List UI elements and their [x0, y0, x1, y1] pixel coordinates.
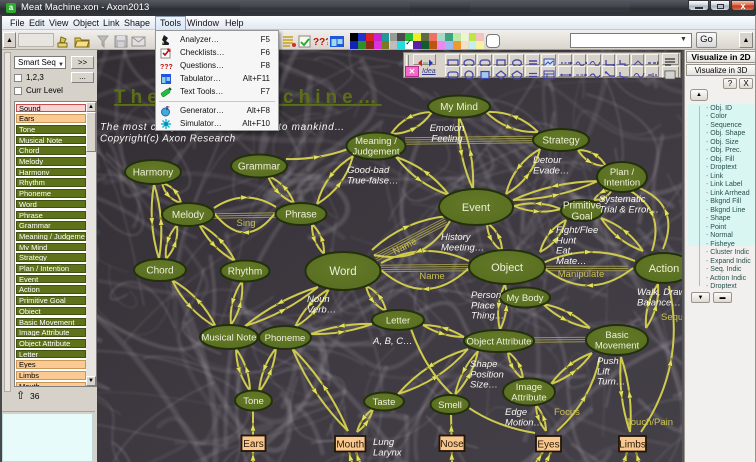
svg-text:Turn…: Turn…: [597, 377, 625, 388]
svg-text:Motion…: Motion…: [505, 417, 543, 428]
svg-text:???: ???: [313, 37, 328, 48]
svg-text:Sequence: Sequence: [661, 312, 683, 323]
svg-text:Judgement: Judgement: [352, 147, 399, 158]
svg-text:Taste: Taste: [373, 397, 396, 408]
svg-text:Name: Name: [419, 271, 444, 282]
svg-text:Musical Note: Musical Note: [202, 332, 257, 343]
svg-text:Phoneme: Phoneme: [265, 333, 306, 344]
svg-text:Plan /: Plan /: [610, 167, 635, 178]
svg-text:Nose: Nose: [440, 439, 464, 450]
svg-text:Primitive: Primitive: [563, 201, 602, 212]
svg-text:Mouth: Mouth: [336, 439, 364, 450]
svg-text:Thing…: Thing…: [471, 311, 504, 322]
svg-text:Image: Image: [516, 382, 542, 393]
svg-text:Event: Event: [462, 202, 490, 214]
svg-text:Smell: Smell: [438, 400, 462, 411]
svg-text:Letter: Letter: [386, 315, 410, 326]
svg-text:Trial & Error…: Trial & Error…: [599, 204, 659, 215]
svg-text:Verb…: Verb…: [307, 304, 336, 315]
svg-text:My Mind: My Mind: [440, 102, 478, 113]
svg-text:Movement: Movement: [595, 341, 640, 352]
svg-text:???: ???: [160, 64, 173, 71]
svg-text:Touch/Pain: Touch/Pain: [626, 417, 673, 428]
svg-text:Larynx: Larynx: [373, 447, 403, 458]
svg-text:Basic: Basic: [605, 330, 628, 341]
svg-text:Mate…: Mate…: [556, 256, 587, 267]
svg-text:Limbs: Limbs: [619, 439, 646, 450]
svg-text:Grammar: Grammar: [238, 162, 281, 173]
svg-text:Rhythm: Rhythm: [228, 267, 262, 278]
svg-text:Word: Word: [329, 266, 356, 278]
svg-text:Tone: Tone: [243, 396, 264, 407]
svg-text:Copyright(c) Axon Research: Copyright(c) Axon Research: [100, 134, 236, 145]
svg-text:Ears: Ears: [243, 439, 264, 450]
svg-text:Intention: Intention: [604, 178, 640, 189]
svg-text:Action: Action: [649, 263, 680, 275]
svg-text:Goal: Goal: [571, 212, 592, 223]
svg-text:Feeling: Feeling: [431, 133, 463, 144]
svg-text:Eyes: Eyes: [537, 439, 559, 450]
svg-text:Focus: Focus: [554, 407, 580, 418]
svg-text:Manipulate: Manipulate: [558, 269, 604, 280]
svg-text:Size…: Size…: [470, 380, 498, 391]
svg-text:Attribute: Attribute: [511, 393, 546, 404]
svg-text:Chord: Chord: [146, 266, 173, 277]
svg-text:Strategy: Strategy: [542, 136, 579, 147]
svg-text:A, B, C…: A, B, C…: [372, 336, 413, 347]
svg-text:Sing: Sing: [236, 218, 255, 229]
svg-text:True-false…: True-false…: [347, 175, 399, 186]
svg-text:Balance…: Balance…: [637, 297, 681, 308]
svg-text:Melody: Melody: [172, 210, 204, 221]
svg-text:Object: Object: [491, 262, 523, 274]
svg-text:Object Attribute: Object Attribute: [467, 336, 532, 347]
svg-text:Meeting…: Meeting…: [441, 242, 484, 253]
svg-text:Evade…: Evade…: [533, 165, 569, 176]
svg-text:Harmony: Harmony: [133, 168, 174, 179]
svg-text:Phrase: Phrase: [285, 210, 317, 221]
svg-text:My Body: My Body: [507, 293, 544, 304]
svg-text:Meaning /: Meaning /: [355, 136, 397, 147]
